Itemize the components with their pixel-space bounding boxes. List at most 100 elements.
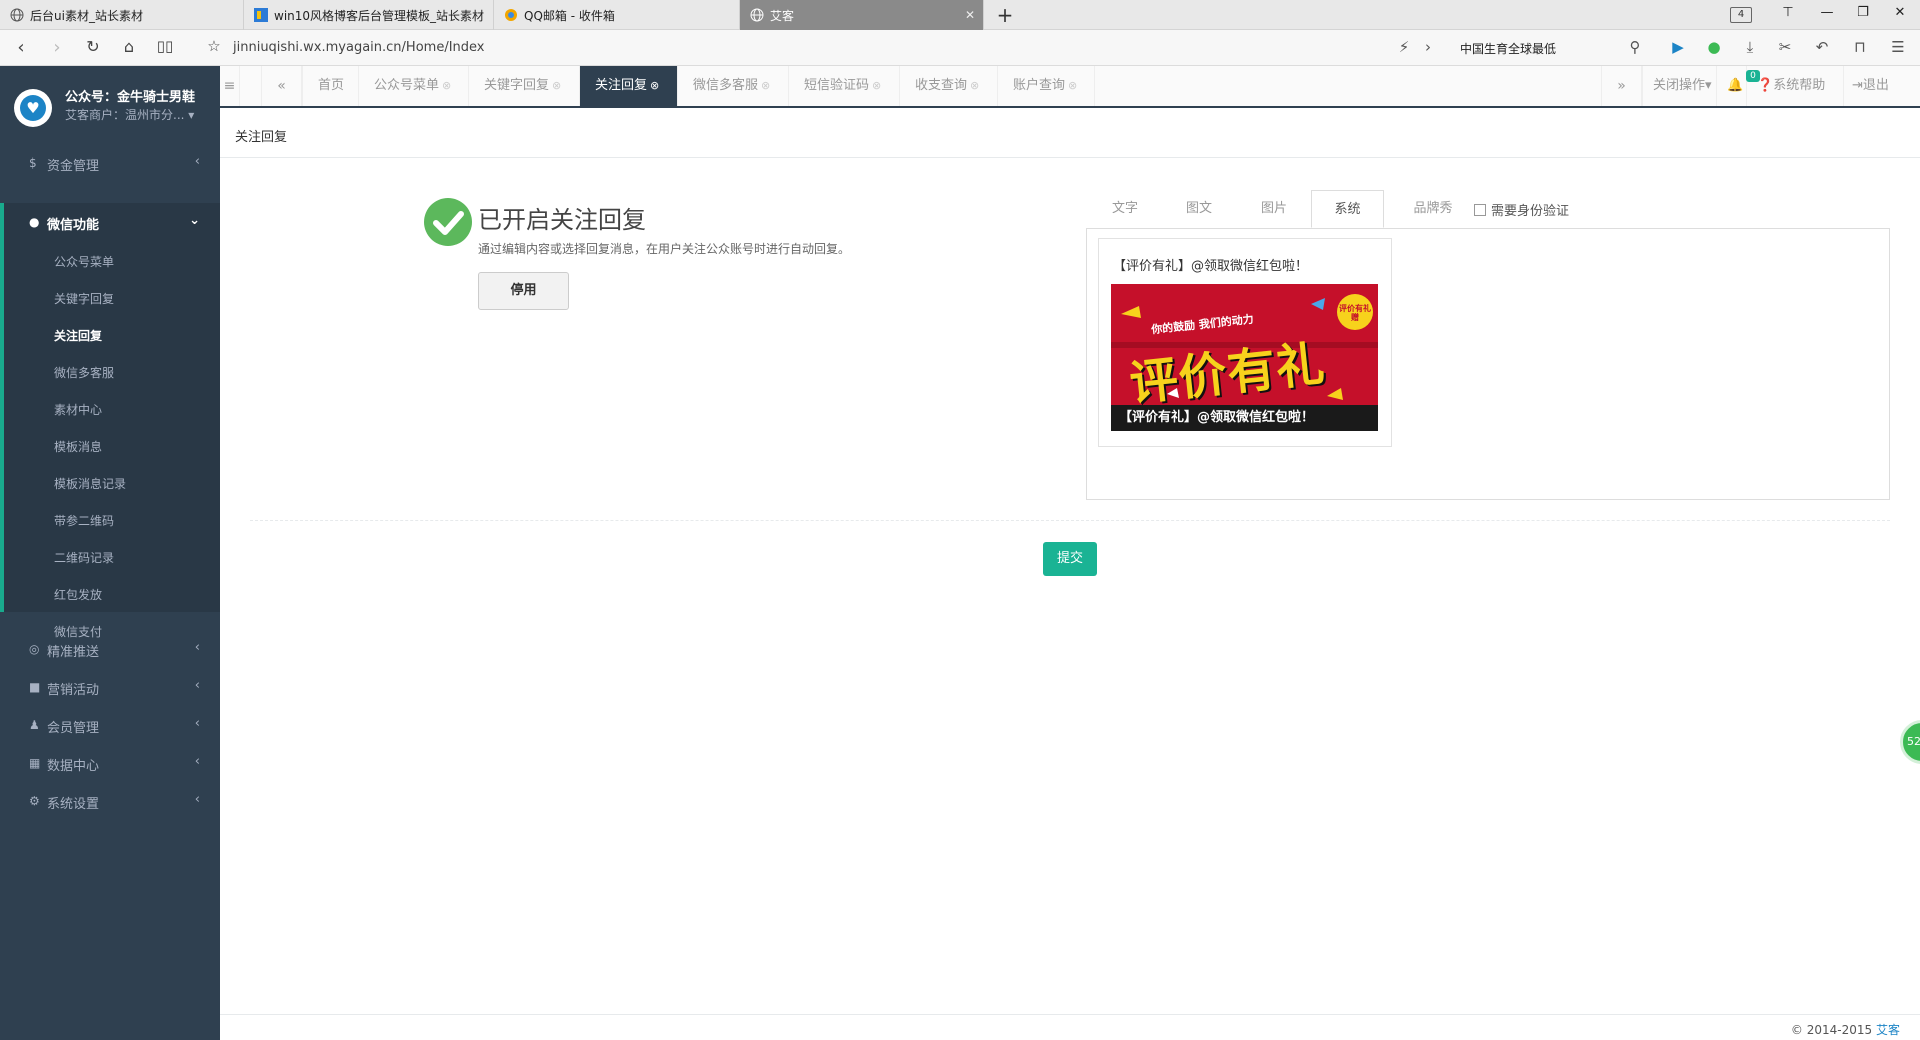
reply-card[interactable]: 【评价有礼】@领取微信红包啦！ 你的鼓励 我们的动力 评价有礼 评价有礼赠 【评… [1098, 238, 1392, 447]
new-tab-button[interactable]: + [993, 3, 1017, 27]
submenu-item[interactable]: 模板消息 [54, 438, 102, 455]
sidebar: ♥ 公众号：金牛骑士男鞋 艾客商户：温州市分... ▾ $ 资金管理 ‹ ● 微… [0, 66, 220, 1040]
close-circle-icon[interactable]: ⊗ [442, 79, 451, 92]
tab-home[interactable]: 首页 [302, 66, 358, 106]
tab-label: 微信多客服 [693, 78, 759, 93]
browser-tab[interactable]: win10风格博客后台管理模板_站长素材 [244, 0, 494, 30]
avatar[interactable]: ♥ [14, 89, 52, 127]
menu-wechat[interactable]: ● 微信功能 ⌄ [0, 203, 220, 241]
need-verify-label: 需要身份验证 [1491, 204, 1570, 219]
submit-button[interactable]: 提交 [1043, 542, 1097, 576]
tab-label: 首页 [318, 78, 345, 93]
menu-icon[interactable]: ☰ [1888, 38, 1908, 56]
menu-data[interactable]: ▦ 数据中心 ‹ [0, 744, 220, 782]
home-icon[interactable]: ⌂ [118, 37, 140, 56]
tab-menu[interactable]: 公众号菜单 ⊗ [358, 66, 468, 106]
site-favicon-icon [254, 8, 268, 22]
hamburger-icon[interactable]: ≡ [220, 66, 240, 106]
copyright: © 2014-2015 艾客 [1791, 1021, 1900, 1038]
tab-follow-reply[interactable]: 关注回复 ⊗ [579, 66, 677, 106]
tab-text[interactable]: 文字 [1096, 190, 1154, 228]
logout-button[interactable]: ⇥退出 [1843, 66, 1920, 106]
tab-account[interactable]: 账户查询 ⊗ [997, 66, 1095, 106]
close-tab-icon[interactable]: ✕ [965, 8, 975, 22]
notification-badge: 0 [1746, 70, 1760, 82]
download-icon[interactable]: ⤓ [1740, 38, 1760, 56]
disable-button[interactable]: 停用 [478, 272, 569, 310]
tab-customer-service[interactable]: 微信多客服 ⊗ [677, 66, 788, 106]
browser-tab[interactable]: QQ邮箱 - 收件箱 [494, 0, 740, 30]
checkbox-icon[interactable] [1474, 203, 1486, 216]
close-circle-icon[interactable]: ⊗ [650, 79, 659, 92]
banner-seal: 评价有礼赠 [1337, 294, 1373, 330]
status-description: 通过编辑内容或选择回复消息，在用户关注公众账号时进行自动回复。 [478, 242, 851, 256]
tab-image[interactable]: 图片 [1245, 190, 1303, 228]
tab-sms[interactable]: 短信验证码 ⊗ [788, 66, 899, 106]
chevron-right-icon[interactable]: › [1418, 38, 1438, 56]
menu-push[interactable]: ◎ 精准推送 ‹ [0, 630, 220, 668]
tab-keyword[interactable]: 关键字回复 ⊗ [468, 66, 579, 106]
need-verify-checkbox[interactable]: 需要身份验证 [1474, 200, 1569, 219]
browser-tab-active[interactable]: 艾客 ✕ [740, 0, 984, 30]
close-ops-dropdown[interactable]: 关闭操作▾ [1642, 66, 1716, 106]
browser-tab[interactable]: 后台ui素材_站长素材 [0, 0, 244, 30]
caret-down-icon: ▾ [188, 108, 195, 122]
submenu-item[interactable]: 模板消息记录 [54, 475, 126, 492]
double-left-icon[interactable]: « [261, 66, 302, 106]
submenu-item-active[interactable]: 关注回复 [54, 327, 102, 344]
restore-icon[interactable]: ❐ [1853, 5, 1873, 20]
submenu-item[interactable]: 关键字回复 [54, 290, 114, 307]
submenu-item[interactable]: 公众号菜单 [54, 253, 114, 270]
bookmark-icon: ■ [29, 680, 41, 694]
close-circle-icon[interactable]: ⊗ [552, 79, 561, 92]
tab-brand-show[interactable]: 品牌秀 [1398, 190, 1468, 228]
submenu-item[interactable]: 微信多客服 [54, 364, 114, 381]
content-tab-bar: ≡ « 首页 公众号菜单 ⊗ 关键字回复 ⊗ 关注回复 ⊗ 微信多客服 ⊗ 短信验证码 ⊗… [220, 66, 1920, 108]
url-field[interactable]: jinniuqishi.wx.myagain.cn/Home/Index [233, 40, 484, 55]
help-button[interactable]: ❓系统帮助 [1746, 66, 1843, 106]
close-circle-icon[interactable]: ⊗ [872, 79, 881, 92]
submenu-item[interactable]: 红包发放 [54, 586, 102, 603]
browser-tab-title: 后台ui素材_站长素材 [30, 8, 143, 23]
footer-link[interactable]: 艾客 [1876, 1023, 1900, 1037]
scissors-icon[interactable]: ✂ [1775, 38, 1795, 56]
submenu-item[interactable]: 二维码记录 [54, 549, 114, 566]
submenu-item[interactable]: 素材中心 [54, 401, 102, 418]
chevron-left-icon: ‹ [194, 754, 200, 769]
bell-icon[interactable]: 🔔 [1716, 66, 1746, 106]
merchant-dropdown[interactable]: 艾客商户：温州市分... ▾ [65, 106, 194, 123]
submenu-item[interactable]: 带参二维码 [54, 512, 114, 529]
close-circle-icon[interactable]: ⊗ [1068, 79, 1077, 92]
merchant-label: 艾客商户：温州市分... [65, 108, 185, 122]
forward-icon[interactable]: › [46, 37, 68, 58]
reload-icon[interactable]: ↻ [82, 37, 104, 56]
gear-icon: ⚙ [29, 794, 40, 808]
close-circle-icon[interactable]: ⊗ [761, 79, 770, 92]
menu-marketing[interactable]: ■ 营销活动 ‹ [0, 668, 220, 706]
undo-icon[interactable]: ↶ [1812, 38, 1832, 56]
menu-funds[interactable]: $ 资金管理 ‹ [0, 144, 220, 182]
double-right-icon[interactable]: » [1601, 66, 1642, 106]
menu-members[interactable]: ♟ 会员管理 ‹ [0, 706, 220, 744]
shirt-skin-icon[interactable]: ⊤ [1778, 5, 1798, 20]
banner-caption: 【评价有礼】@领取微信红包啦！ [1111, 405, 1378, 431]
wechat-icon[interactable]: ● [1704, 38, 1724, 56]
tab-income[interactable]: 收支查询 ⊗ [899, 66, 997, 106]
lightning-icon[interactable]: ⚡ [1394, 38, 1414, 56]
search-icon[interactable]: ⚲ [1625, 38, 1645, 56]
minimize-icon[interactable]: — [1817, 5, 1837, 20]
star-icon[interactable]: ☆ [203, 37, 225, 55]
tab-count-badge[interactable]: 4 [1730, 7, 1752, 23]
close-circle-icon[interactable]: ⊗ [970, 79, 979, 92]
close-window-icon[interactable]: ✕ [1890, 5, 1910, 20]
play-icon[interactable]: ▶ [1668, 38, 1688, 56]
tab-news[interactable]: 图文 [1170, 190, 1228, 228]
back-icon[interactable]: ‹ [10, 37, 32, 58]
reader-icon[interactable]: ▯▯ [154, 37, 176, 55]
chat-icon: ● [29, 215, 40, 229]
menu-settings[interactable]: ⚙ 系统设置 ‹ [0, 782, 220, 820]
tab-system[interactable]: 系统 [1311, 190, 1384, 228]
bag-icon[interactable]: ⊓ [1850, 38, 1870, 56]
floating-badge[interactable]: 52 [1900, 720, 1920, 764]
search-input[interactable]: 中国生育全球最低 [1460, 40, 1556, 57]
